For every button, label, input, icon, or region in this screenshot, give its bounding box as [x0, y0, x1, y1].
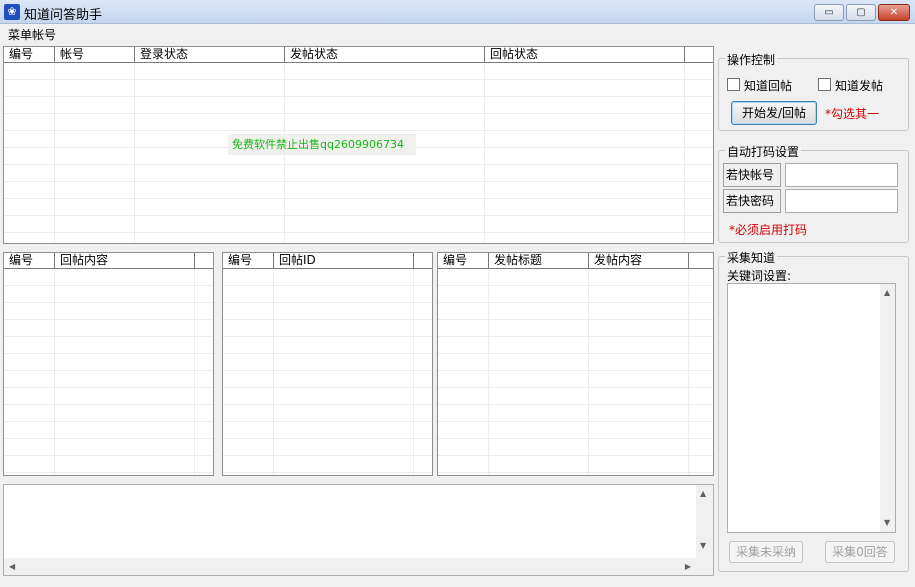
- app-paw-icon: ❀: [4, 4, 20, 20]
- reply-content-table[interactable]: 编号 回帖内容: [3, 252, 214, 476]
- col-login-status[interactable]: 登录状态: [135, 47, 285, 62]
- col-account[interactable]: 帐号: [55, 47, 135, 62]
- captcha-password-label: 若快密码: [723, 189, 781, 213]
- col-id[interactable]: 编号: [438, 253, 489, 268]
- operation-control-group: 操作控制 知道回帖 知道发帖 开始发/回帖 *勾选其一: [718, 51, 909, 131]
- reply-id-rows: [223, 269, 432, 475]
- window-title: 知道问答助手: [24, 8, 103, 23]
- scroll-right-arrow-icon[interactable]: ▶: [685, 562, 691, 572]
- col-id[interactable]: 编号: [4, 253, 55, 268]
- post-checkbox-label[interactable]: 知道发帖: [835, 77, 883, 94]
- collect-zero-answer-button[interactable]: 采集0回答: [825, 541, 895, 563]
- collect-unaccepted-button[interactable]: 采集未采纳: [729, 541, 803, 563]
- log-vertical-scrollbar[interactable]: ▲ ▼: [696, 485, 713, 575]
- post-table-rows: [438, 269, 713, 475]
- reply-id-header: 编号 回帖ID: [223, 253, 432, 269]
- col-blank: [195, 253, 213, 268]
- collect-title: 采集知道: [725, 249, 778, 266]
- start-post-reply-button[interactable]: 开始发/回帖: [731, 101, 817, 125]
- scroll-up-arrow-icon[interactable]: ▲: [700, 489, 706, 499]
- col-post-status[interactable]: 发帖状态: [285, 47, 485, 62]
- account-table-header: 编号 帐号 登录状态 发帖状态 回帖状态: [4, 47, 713, 63]
- minimize-button[interactable]: ▭: [814, 4, 844, 21]
- captcha-settings-group: 自动打码设置 若快帐号 若快密码 *必须启用打码: [718, 143, 909, 243]
- log-horizontal-scrollbar[interactable]: ◀ ▶: [4, 558, 696, 575]
- col-reply-status[interactable]: 回帖状态: [485, 47, 685, 62]
- captcha-account-input[interactable]: [785, 163, 898, 187]
- col-id[interactable]: 编号: [4, 47, 55, 62]
- col-blank: [414, 253, 432, 268]
- scroll-down-arrow-icon[interactable]: ▼: [884, 518, 890, 528]
- title-bar: ❀ 知道问答助手 ▭ ▢ ✕: [0, 0, 915, 24]
- post-checkbox[interactable]: [818, 78, 831, 91]
- scroll-left-arrow-icon[interactable]: ◀: [9, 562, 15, 572]
- operation-control-title: 操作控制: [725, 51, 778, 68]
- watermark-text: 免费软件禁止出售qq2609906734: [228, 134, 416, 155]
- scroll-up-arrow-icon[interactable]: ▲: [884, 288, 890, 298]
- captcha-required-hint: *必须启用打码: [729, 223, 808, 237]
- menu-account[interactable]: 菜单帐号: [8, 26, 56, 43]
- close-button[interactable]: ✕: [878, 4, 910, 21]
- col-reply-id[interactable]: 回帖ID: [274, 253, 414, 268]
- reply-content-header: 编号 回帖内容: [4, 253, 213, 269]
- keyword-textarea[interactable]: ▲ ▼: [727, 283, 896, 533]
- post-table[interactable]: 编号 发帖标题 发帖内容: [437, 252, 714, 476]
- col-post-content[interactable]: 发帖内容: [589, 253, 689, 268]
- col-blank: [689, 253, 713, 268]
- maximize-button[interactable]: ▢: [846, 4, 876, 21]
- reply-checkbox-label[interactable]: 知道回帖: [744, 77, 792, 94]
- captcha-password-input[interactable]: [785, 189, 898, 213]
- select-one-hint: *勾选其一: [825, 107, 880, 121]
- menu-bar: 菜单帐号: [0, 24, 915, 43]
- col-reply-content[interactable]: 回帖内容: [55, 253, 195, 268]
- post-table-header: 编号 发帖标题 发帖内容: [438, 253, 713, 269]
- keyword-scrollbar[interactable]: ▲ ▼: [880, 284, 895, 532]
- col-id[interactable]: 编号: [223, 253, 274, 268]
- reply-id-table[interactable]: 编号 回帖ID: [222, 252, 433, 476]
- reply-checkbox[interactable]: [727, 78, 740, 91]
- captcha-account-label: 若快帐号: [723, 163, 781, 187]
- col-post-title[interactable]: 发帖标题: [489, 253, 589, 268]
- reply-content-rows: [4, 269, 213, 475]
- captcha-settings-title: 自动打码设置: [725, 143, 802, 160]
- keyword-settings-label: 关键词设置:: [727, 269, 792, 283]
- log-textarea[interactable]: ▲ ▼ ◀ ▶: [3, 484, 714, 576]
- collect-group: 采集知道 关键词设置: ▲ ▼ 采集未采纳 采集0回答: [718, 249, 909, 572]
- scroll-down-arrow-icon[interactable]: ▼: [700, 541, 706, 551]
